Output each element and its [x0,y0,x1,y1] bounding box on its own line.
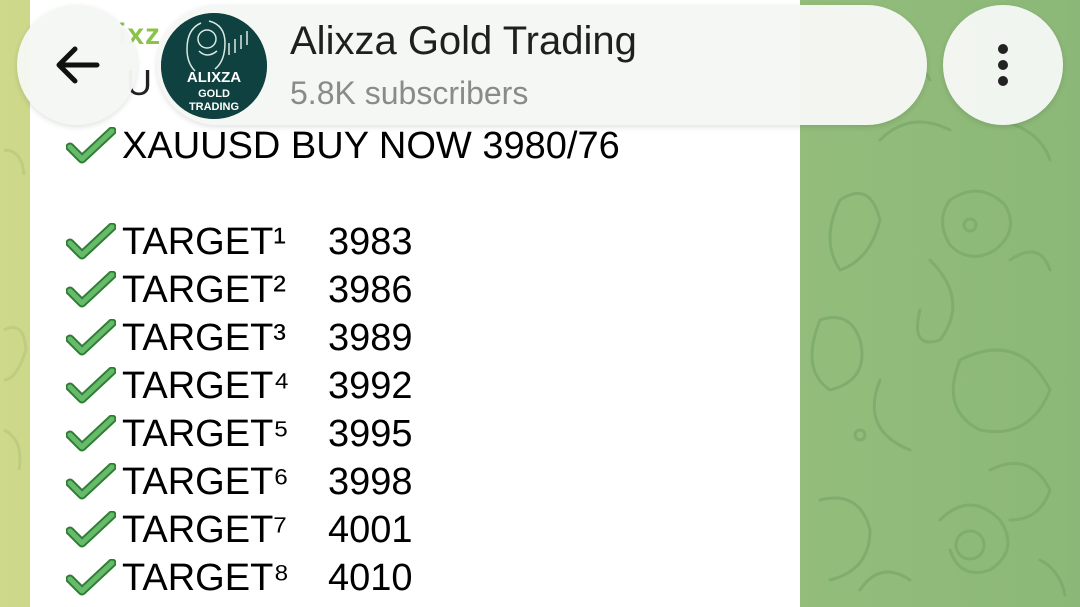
more-options-button[interactable] [943,5,1063,125]
avatar-text-line: TRADING [189,101,239,113]
target-line: TARGET⁷ 4001 [66,507,413,553]
check-mark-icon [66,463,116,500]
target-label: TARGET⁸ [122,556,290,599]
check-mark-icon [66,415,116,452]
subscriber-count: 5.8K subscribers [290,75,529,111]
target-label: TARGET³ [122,316,286,359]
arrow-left-icon [56,46,100,84]
chat-screen: ixz U XAUUSD BUY NOW 3980/76 TARGET¹ 398… [0,0,1080,607]
target-value: 4001 [328,508,413,551]
back-button[interactable] [17,5,137,125]
target-line: TARGET⁵ 3995 [66,411,413,457]
target-line: TARGET³ 3989 [66,315,413,361]
target-label: TARGET⁷ [122,508,288,551]
target-label: TARGET⁵ [122,412,290,455]
message-headline-line: XAUUSD BUY NOW 3980/76 [66,123,620,169]
check-mark-icon [66,511,116,548]
more-vertical-icon [998,44,1008,86]
channel-header[interactable]: ALIXZA GOLD TRADING Alixza Gold Trading … [157,5,927,125]
target-value: 3992 [328,364,413,407]
target-line: TARGET⁴ 3992 [66,363,413,409]
check-mark-icon [66,127,116,164]
avatar-logo: ALIXZA GOLD TRADING [161,13,267,119]
check-mark-icon [66,223,116,260]
target-line: TARGET¹ 3983 [66,219,413,265]
target-line: TARGET² 3986 [66,267,413,313]
check-mark-icon [66,319,116,356]
target-label: TARGET⁴ [122,364,290,407]
target-label: TARGET² [122,268,286,311]
target-value: 3995 [328,412,413,455]
target-line: TARGET⁶ 3998 [66,459,413,505]
target-label: TARGET⁶ [122,460,289,503]
message-headline: XAUUSD BUY NOW 3980/76 [122,124,620,167]
check-mark-icon [66,559,116,596]
check-mark-icon [66,367,116,404]
target-value: 3998 [328,460,413,503]
avatar-text-line: ALIXZA [187,69,241,86]
check-mark-icon [66,271,116,308]
avatar-text-line: GOLD [198,88,230,100]
target-value: 3986 [328,268,413,311]
channel-avatar[interactable]: ALIXZA GOLD TRADING [161,13,267,119]
target-line: TARGET⁸ 4010 [66,555,413,601]
channel-title: Alixza Gold Trading [290,19,637,63]
target-label: TARGET¹ [122,220,286,263]
target-value: 3983 [328,220,413,263]
target-value: 3989 [328,316,413,359]
target-value: 4010 [328,556,413,599]
